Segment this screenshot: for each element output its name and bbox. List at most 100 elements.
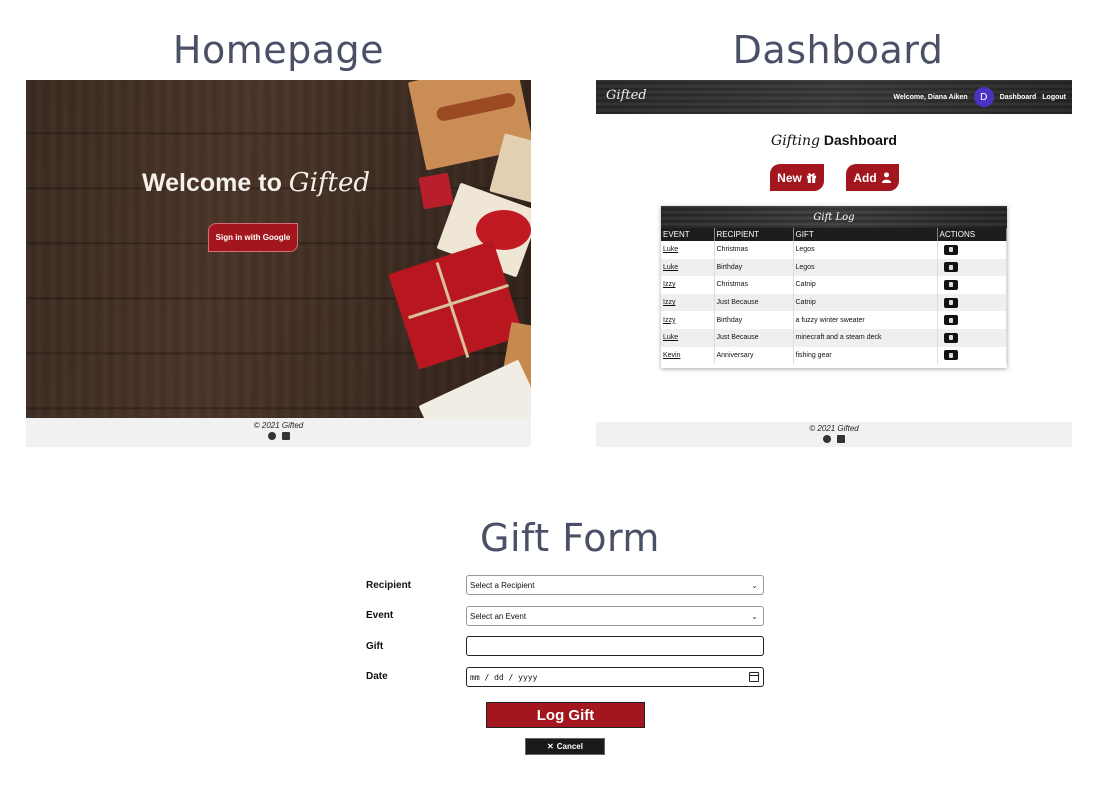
cell-recipient: Anniversary bbox=[714, 346, 794, 365]
cell-gift: Legos bbox=[793, 241, 938, 259]
delete-button[interactable] bbox=[943, 350, 958, 361]
column-header-recipient: RECIPIENT bbox=[714, 228, 794, 241]
homepage-section-title: Homepage bbox=[172, 28, 385, 72]
event-label: Event bbox=[366, 610, 394, 621]
date-input[interactable]: mm / dd / yyyy bbox=[466, 667, 764, 687]
dashboard-section-title: Dashboard bbox=[732, 28, 944, 72]
log-gift-button[interactable]: Log Gift bbox=[486, 702, 645, 728]
cell-gift: fishing gear bbox=[793, 346, 938, 365]
form-section-title: Gift Form bbox=[480, 516, 660, 560]
gift-icon bbox=[806, 173, 816, 183]
trash-icon bbox=[948, 317, 953, 323]
add-recipient-label: Add bbox=[853, 170, 877, 185]
cell-recipient: Just Because bbox=[714, 328, 794, 347]
nav-logout-link[interactable]: Logout bbox=[1042, 94, 1066, 101]
trash-icon bbox=[948, 335, 953, 341]
chevron-down-icon: ⌄ bbox=[751, 612, 758, 621]
cell-event-link[interactable]: Izzy bbox=[661, 276, 715, 294]
cell-event-link[interactable]: Luke bbox=[661, 241, 715, 259]
cell-recipient: Birthday bbox=[714, 258, 794, 277]
delete-button[interactable] bbox=[943, 279, 958, 290]
cell-actions bbox=[937, 293, 1007, 312]
cell-event-link[interactable]: Luke bbox=[661, 328, 715, 347]
nav-dashboard-link[interactable]: Dashboard bbox=[1000, 94, 1037, 101]
cell-gift: Catnip bbox=[793, 276, 938, 294]
footer-copyright: © 2021 Gifted bbox=[809, 424, 859, 433]
table-row: Luke Birthday Legos bbox=[661, 258, 1007, 277]
welcome-heading: Welcome to Gifted bbox=[26, 168, 486, 198]
brand-logo[interactable]: Gifted bbox=[606, 88, 647, 103]
navbar: Gifted Welcome, Diana Aiken D Dashboard … bbox=[596, 80, 1072, 114]
cell-gift: Legos bbox=[793, 258, 938, 277]
new-gift-button[interactable]: New bbox=[770, 164, 824, 191]
delete-button[interactable] bbox=[943, 262, 958, 273]
date-placeholder: mm / dd / yyyy bbox=[470, 672, 538, 682]
github-icon[interactable] bbox=[267, 432, 276, 440]
column-header-event: EVENT bbox=[661, 228, 715, 241]
footer-copyright: © 2021 Gifted bbox=[253, 421, 304, 430]
github-icon[interactable] bbox=[823, 435, 831, 443]
table-row: Izzy Christmas Catnip bbox=[661, 276, 1007, 294]
avatar[interactable]: D bbox=[973, 87, 994, 107]
close-icon: ✕ bbox=[547, 742, 554, 751]
table-row: Kevin Anniversary fishing gear bbox=[661, 346, 1007, 365]
add-recipient-button[interactable]: Add bbox=[846, 164, 899, 191]
delete-button[interactable] bbox=[943, 297, 958, 308]
cell-event-link[interactable]: Izzy bbox=[661, 311, 715, 329]
table-row: Izzy Birthday a fuzzy winter sweater bbox=[661, 311, 1007, 329]
gift-log-table: EVENT RECIPIENT GIFT ACTIONS Luke Christ… bbox=[661, 228, 1007, 365]
welcome-prefix: Welcome to bbox=[142, 169, 282, 197]
gift-log-title: Gift Log bbox=[661, 206, 1007, 228]
dashboard-screenshot: Gifted Welcome, Diana Aiken D Dashboard … bbox=[596, 80, 1072, 447]
recipient-select[interactable]: Select a Recipient ⌄ bbox=[466, 575, 764, 595]
cell-actions bbox=[937, 346, 1007, 365]
homepage-footer: © 2021 Gifted bbox=[26, 418, 531, 447]
column-header-gift: GIFT bbox=[793, 228, 938, 241]
hero-background: Welcome to Gifted Sign in with Google bbox=[26, 80, 531, 447]
recipient-label: Recipient bbox=[366, 580, 412, 591]
event-select[interactable]: Select an Event ⌄ bbox=[466, 606, 764, 626]
cell-actions bbox=[937, 276, 1007, 294]
linkedin-icon[interactable] bbox=[837, 435, 845, 443]
trash-icon bbox=[948, 300, 953, 306]
cell-recipient: Christmas bbox=[714, 276, 794, 294]
delete-button[interactable] bbox=[943, 332, 958, 343]
cancel-label: Cancel bbox=[556, 742, 583, 751]
delete-button[interactable] bbox=[943, 244, 958, 255]
user-icon bbox=[881, 172, 891, 183]
welcome-brand: Gifted bbox=[288, 168, 370, 198]
table-row: Izzy Just Because Catnip bbox=[661, 293, 1007, 312]
gift-log-card: Gift Log EVENT RECIPIENT GIFT ACTIONS Lu… bbox=[661, 206, 1007, 368]
delete-button[interactable] bbox=[943, 315, 958, 326]
cell-actions bbox=[937, 328, 1007, 347]
cell-recipient: Just Because bbox=[714, 293, 794, 312]
cell-gift: minecraft and a steam deck bbox=[793, 328, 938, 347]
cell-actions bbox=[937, 311, 1007, 329]
cell-gift: Catnip bbox=[793, 293, 938, 312]
column-header-actions: ACTIONS bbox=[937, 228, 1007, 241]
cell-event-link[interactable]: Luke bbox=[661, 258, 715, 277]
event-select-value: Select an Event bbox=[470, 611, 527, 621]
table-row: Luke Christmas Legos bbox=[661, 241, 1007, 259]
table-row: Luke Just Because minecraft and a steam … bbox=[661, 328, 1007, 347]
page-title: Gifting Dashboard bbox=[596, 132, 1072, 149]
linkedin-icon[interactable] bbox=[281, 432, 290, 440]
trash-icon bbox=[948, 282, 953, 288]
cell-event-link[interactable]: Izzy bbox=[661, 293, 715, 312]
page-title-bold: Dashboard bbox=[823, 132, 897, 148]
cell-recipient: Birthday bbox=[714, 311, 794, 329]
calendar-icon[interactable] bbox=[749, 672, 759, 682]
cancel-button[interactable]: ✕ Cancel bbox=[525, 738, 605, 755]
table-header-row: EVENT RECIPIENT GIFT ACTIONS bbox=[661, 228, 1007, 241]
homepage-screenshot: Welcome to Gifted Sign in with Google © … bbox=[26, 80, 531, 447]
sign-in-google-button[interactable]: Sign in with Google bbox=[208, 223, 298, 252]
gift-label: Gift bbox=[366, 641, 384, 652]
welcome-user-text: Welcome, Diana Aiken bbox=[893, 93, 968, 101]
new-gift-label: New bbox=[777, 170, 802, 185]
trash-icon bbox=[948, 247, 953, 253]
cell-actions bbox=[937, 258, 1007, 277]
dashboard-footer: © 2021 Gifted bbox=[596, 422, 1072, 447]
gift-input[interactable] bbox=[466, 636, 764, 656]
cell-event-link[interactable]: Kevin bbox=[661, 346, 715, 365]
trash-icon bbox=[948, 264, 953, 270]
